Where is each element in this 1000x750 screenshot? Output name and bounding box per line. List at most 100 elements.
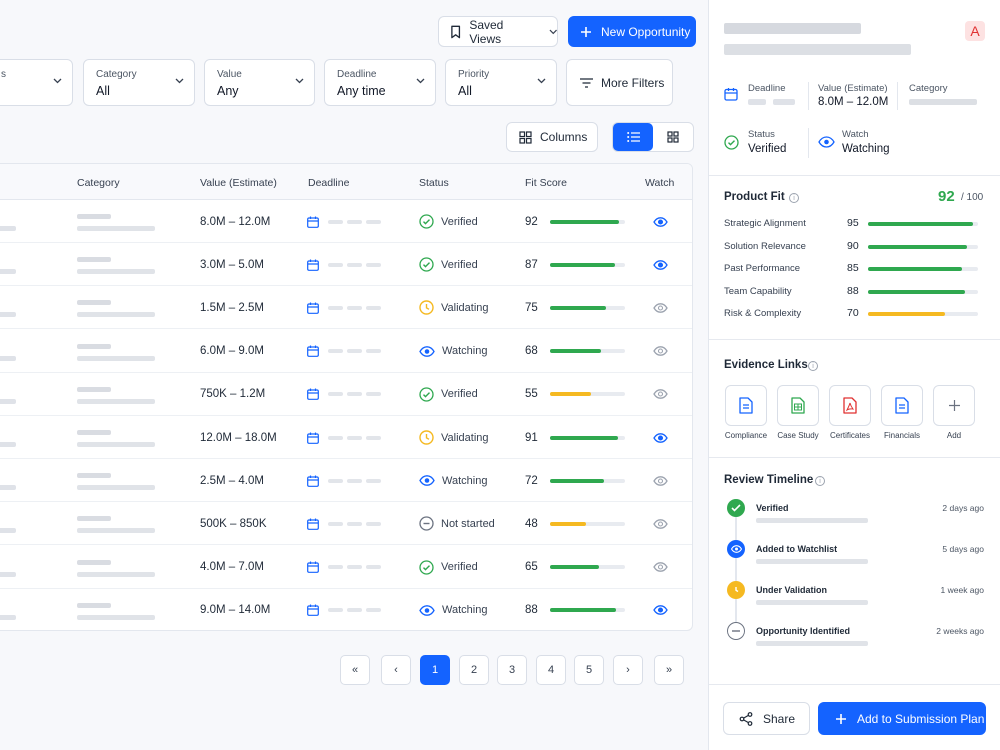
status-text: Verified xyxy=(441,388,478,401)
page-4-button[interactable]: 4 xyxy=(536,655,566,685)
watch-toggle[interactable] xyxy=(653,243,668,286)
check-circle-icon xyxy=(419,559,434,575)
deadline-placeholder xyxy=(328,478,343,483)
table-row[interactable]: 6.0M – 9.0M Watching 68 xyxy=(0,330,692,373)
first-page-button[interactable]: « xyxy=(340,655,370,685)
evidence-case-study-tile[interactable] xyxy=(777,385,819,426)
page-1-button[interactable]: 1 xyxy=(420,655,450,685)
more-filters-label: More Filters xyxy=(601,75,665,90)
watch-toggle[interactable] xyxy=(653,416,668,459)
fit-score-bar xyxy=(550,305,625,310)
table-row[interactable]: 3.0M – 5.0M Verified 87 xyxy=(0,243,692,287)
evidence-compliance-tile[interactable] xyxy=(725,385,767,426)
last-page-button[interactable]: » xyxy=(654,655,684,685)
name-placeholder xyxy=(0,312,16,318)
name-placeholder xyxy=(0,226,16,231)
watch-toggle[interactable] xyxy=(653,330,668,373)
eye-icon xyxy=(653,519,668,529)
timeline-event-time: 5 days ago xyxy=(942,544,984,554)
eye-icon xyxy=(653,562,668,572)
table-row[interactable]: 4.0M – 7.0M Verified 65 xyxy=(0,546,692,589)
new-opportunity-button[interactable]: New Opportunity xyxy=(568,16,696,47)
columns-icon xyxy=(519,130,532,144)
eye-icon xyxy=(653,432,668,443)
header-value[interactable]: Value (Estimate) xyxy=(200,177,277,189)
filter-deadline[interactable]: Deadline Any time xyxy=(324,59,436,106)
evidence-add-tile[interactable] xyxy=(933,385,975,426)
watch-toggle[interactable] xyxy=(653,200,668,243)
deadline-placeholder xyxy=(347,608,362,613)
table-row[interactable]: 9.0M – 14.0M Watching 88 xyxy=(0,589,692,630)
category-placeholder xyxy=(77,516,111,522)
watch-toggle[interactable] xyxy=(653,589,668,630)
category-placeholder xyxy=(77,257,111,263)
value-cell: 12.0M – 18.0M xyxy=(200,416,277,459)
fit-score-bar xyxy=(550,392,625,397)
table-row[interactable]: 8.0M – 12.0M Verified 92 xyxy=(0,200,692,243)
header-status[interactable]: Status xyxy=(419,177,449,189)
info-icon[interactable]: i xyxy=(789,193,799,203)
opportunities-main: Saved Views New Opportunity s Category A… xyxy=(0,0,708,750)
page-5-button[interactable]: 5 xyxy=(574,655,604,685)
table-row[interactable]: 2.5M – 4.0M Watching 72 xyxy=(0,459,692,503)
evidence-certificates-tile[interactable] xyxy=(829,385,871,426)
meta-value: 8.0M – 12.0M xyxy=(818,96,889,108)
saved-views-label: Saved Views xyxy=(469,17,504,46)
fit-score: 48 xyxy=(525,517,538,530)
watch-toggle[interactable] xyxy=(653,459,668,502)
info-icon[interactable]: i xyxy=(808,361,818,371)
watch-toggle[interactable] xyxy=(653,373,668,416)
header-deadline[interactable]: Deadline xyxy=(308,177,349,189)
table-row[interactable]: 500K – 850K Not started 48 xyxy=(0,502,692,546)
prev-page-button[interactable]: ‹ xyxy=(381,655,411,685)
evidence-financials-tile[interactable] xyxy=(881,385,923,426)
plus-icon xyxy=(836,713,846,724)
grid-view-button[interactable] xyxy=(653,123,693,151)
fit-score-cell: 88 xyxy=(525,589,625,630)
calendar-icon xyxy=(307,345,319,357)
header-fit-score[interactable]: Fit Score xyxy=(525,177,567,189)
status-cell: Watching xyxy=(419,459,487,502)
filter-value[interactable]: Value Any xyxy=(204,59,315,106)
status-cell: Watching xyxy=(419,330,487,373)
share-button[interactable]: Share xyxy=(723,702,810,735)
watch-toggle[interactable] xyxy=(653,286,668,329)
status-text: Watching xyxy=(442,345,488,358)
info-icon[interactable]: i xyxy=(815,476,825,486)
filter-priority[interactable]: Priority All xyxy=(445,59,557,106)
saved-views-button[interactable]: Saved Views xyxy=(438,16,558,47)
eye-icon xyxy=(653,346,668,356)
page-2-button[interactable]: 2 xyxy=(459,655,489,685)
fit-score-cell: 75 xyxy=(525,286,625,329)
fit-score-bar xyxy=(550,608,625,613)
table-row[interactable]: 12.0M – 18.0M Validating 91 xyxy=(0,416,692,459)
calendar-icon xyxy=(307,388,319,401)
table-row[interactable]: 750K – 1.2M Verified 55 xyxy=(0,373,692,416)
header-watch[interactable]: Watch xyxy=(645,177,674,189)
more-filters-button[interactable]: More Filters xyxy=(566,59,673,106)
header-category[interactable]: Category xyxy=(77,177,120,189)
list-view-button[interactable] xyxy=(613,123,653,151)
deadline-placeholder xyxy=(347,478,362,483)
fit-score: 72 xyxy=(525,474,538,487)
watch-toggle[interactable] xyxy=(653,502,668,545)
add-to-submission-plan-button[interactable]: Add to Submission Plan xyxy=(818,702,986,735)
fit-score-bar xyxy=(550,435,625,440)
watch-toggle[interactable] xyxy=(653,546,668,589)
page-3-button[interactable]: 3 xyxy=(497,655,527,685)
table-row[interactable]: 1.5M – 2.5M Validating 75 xyxy=(0,286,692,330)
share-icon xyxy=(739,711,753,726)
filter-cutoff[interactable]: s xyxy=(0,59,73,106)
filter-category[interactable]: Category All xyxy=(83,59,195,106)
fit-score: 65 xyxy=(525,561,538,574)
deadline-placeholder xyxy=(366,219,381,224)
meta-value-label: Value (Estimate) xyxy=(818,83,888,94)
category-placeholder xyxy=(77,214,111,219)
next-page-button[interactable]: › xyxy=(613,655,643,685)
fit-score-bar xyxy=(550,521,625,526)
review-timeline-title: Review Timeline xyxy=(724,474,814,486)
calendar-icon xyxy=(307,518,319,530)
deadline-placeholder xyxy=(328,565,343,570)
columns-button[interactable]: Columns xyxy=(506,122,598,152)
chevron-down-icon xyxy=(537,78,546,84)
